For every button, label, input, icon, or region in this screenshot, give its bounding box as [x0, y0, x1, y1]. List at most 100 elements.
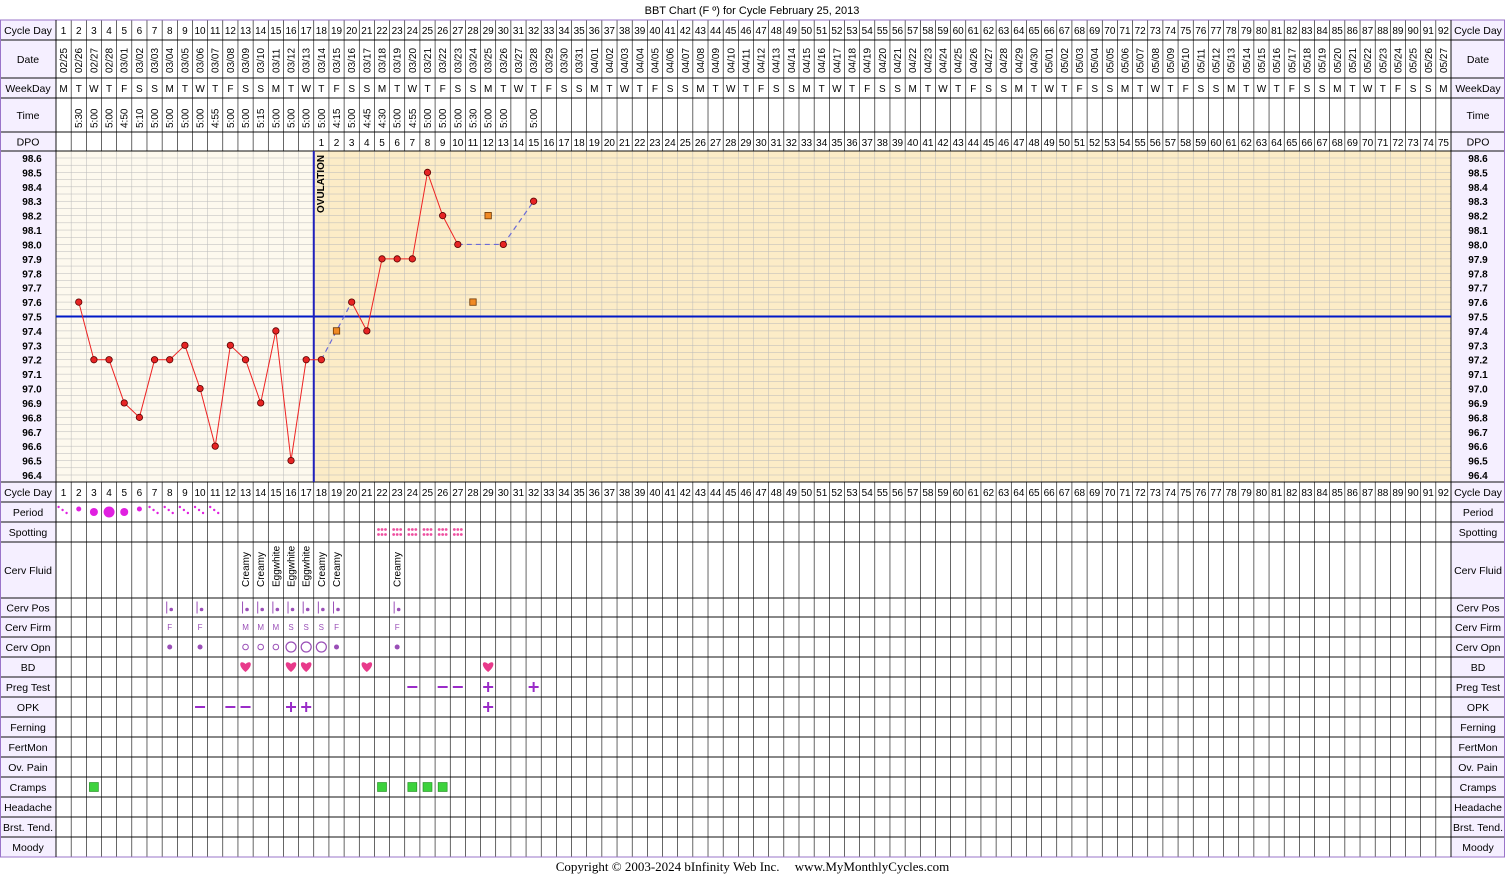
y-tick-label-left: 98.0 — [22, 240, 42, 251]
weekday-label: S — [985, 84, 992, 95]
dpo-number: 28 — [725, 138, 737, 149]
cycle-day-number: 37 — [604, 488, 616, 499]
time-label: 5:00 — [499, 108, 510, 128]
cycle-day-number: 59 — [937, 488, 949, 499]
dpo-number: 42 — [937, 138, 949, 149]
period-spotting-dots — [61, 508, 64, 512]
date-label: 05/23 — [1378, 48, 1389, 73]
cycle-day-number: 66 — [1044, 26, 1056, 37]
cycle-day-number: 30 — [498, 488, 510, 499]
date-label: 03/24 — [468, 48, 479, 73]
site-link[interactable]: www.MyMonthlyCycles.com — [795, 859, 949, 874]
row-label-right: Cerv Firm — [1455, 622, 1501, 634]
cycle-day-number: 53 — [846, 26, 858, 37]
y-tick-label-left: 98.1 — [22, 226, 42, 237]
weekday-label: T — [531, 84, 537, 95]
cerv-fluid-label: Creamy — [332, 552, 343, 587]
row-label-left: Cerv Opn — [6, 642, 51, 654]
cycle-day-number: 74 — [1165, 488, 1177, 499]
spotting-dots — [395, 533, 399, 536]
cerv-opn-small — [257, 643, 265, 651]
row-label-left: BD — [21, 662, 36, 674]
cerv-pos-dot — [199, 607, 204, 612]
period-spotting-dots — [167, 508, 170, 512]
spotting-dots — [429, 533, 433, 536]
date-label: 03/18 — [378, 48, 389, 73]
spotting-dots — [410, 528, 414, 531]
cycle-day-number: 91 — [1423, 26, 1435, 37]
cycle-day-number: 62 — [983, 488, 995, 499]
y-tick-label-left: 97.8 — [22, 269, 42, 280]
row-label-left: Cramps — [10, 782, 47, 794]
cycle-day-number: 42 — [680, 488, 692, 499]
weekday-label: F — [652, 84, 658, 95]
cycle-day-number: 86 — [1347, 26, 1359, 37]
cycle-day-number: 4 — [106, 488, 112, 499]
cycle-day-number: 54 — [862, 26, 874, 37]
time-label: 5:00 — [317, 108, 328, 128]
weekday-label: T — [743, 84, 749, 95]
row-label-left: Date — [17, 54, 39, 66]
y-tick-label-right: 97.1 — [1468, 370, 1488, 381]
cerv-pos-dot — [245, 607, 249, 612]
dpo-number: 68 — [1332, 138, 1344, 149]
cycle-day-number: 77 — [1210, 488, 1222, 499]
weekday-label: M — [484, 84, 492, 95]
cramps-marker — [437, 782, 448, 792]
cycle-day-number: 7 — [152, 488, 158, 499]
cycle-day-number: 50 — [801, 26, 813, 37]
time-label: 5:00 — [438, 108, 449, 128]
dpo-number: 47 — [1013, 138, 1025, 149]
date-label: 05/06 — [1120, 48, 1131, 73]
dpo-number: 32 — [786, 138, 798, 149]
date-label: 05/20 — [1333, 48, 1344, 73]
cycle-day-number: 82 — [1286, 26, 1298, 37]
weekday-label: M — [590, 84, 598, 95]
period-spotting-dots — [182, 508, 186, 512]
cycle-day-number: 24 — [407, 488, 419, 499]
date-label: 04/03 — [620, 48, 631, 73]
spotting-dots — [414, 528, 418, 531]
cycle-day-number: 87 — [1362, 26, 1374, 37]
row-label-right: Preg Test — [1456, 682, 1500, 694]
weekday-label: S — [454, 84, 461, 95]
date-label: 02/27 — [89, 48, 100, 73]
spotting-dots — [441, 528, 445, 531]
date-label: 04/14 — [787, 48, 798, 73]
row-label-right: Cycle Day — [1454, 487, 1503, 499]
cycle-day-number: 68 — [1074, 488, 1086, 499]
cycle-day-number: 1 — [61, 488, 67, 499]
date-label: 04/17 — [832, 48, 843, 73]
weekday-label: T — [212, 84, 218, 95]
y-tick-label-left: 98.3 — [22, 197, 42, 208]
spotting-dots — [444, 533, 448, 536]
y-tick-label-left: 98.5 — [22, 168, 42, 179]
cycle-day-number: 83 — [1301, 26, 1313, 37]
dpo-number: 19 — [589, 138, 601, 149]
cerv-opn-large — [300, 641, 312, 653]
cycle-day-number: 91 — [1423, 488, 1435, 499]
cycle-day-number: 27 — [452, 488, 464, 499]
cycle-day-number: 76 — [1195, 488, 1207, 499]
cycle-day-number: 76 — [1195, 26, 1207, 37]
spotting-dots — [380, 528, 384, 531]
weekday-label: M — [166, 84, 174, 95]
date-label: 03/01 — [120, 48, 131, 73]
cycle-day-number: 17 — [301, 26, 313, 37]
cycle-day-number: 22 — [376, 488, 388, 499]
date-label: 03/10 — [256, 48, 267, 73]
cycle-day-number: 33 — [543, 488, 555, 499]
dpo-number: 17 — [558, 138, 570, 149]
spotting-dots — [444, 528, 448, 531]
y-tick-label-left: 97.3 — [22, 341, 42, 352]
date-label: 04/15 — [802, 48, 813, 73]
y-tick-label-right: 97.9 — [1468, 255, 1488, 266]
y-tick-label-left: 97.9 — [22, 255, 42, 266]
cycle-day-number: 20 — [346, 488, 358, 499]
cycle-day-number: 72 — [1135, 488, 1147, 499]
date-label: 05/05 — [1105, 48, 1116, 73]
date-label: 03/30 — [559, 48, 570, 73]
weekday-label: M — [802, 84, 810, 95]
dpo-number: 62 — [1241, 138, 1253, 149]
cycle-day-number: 55 — [877, 26, 889, 37]
